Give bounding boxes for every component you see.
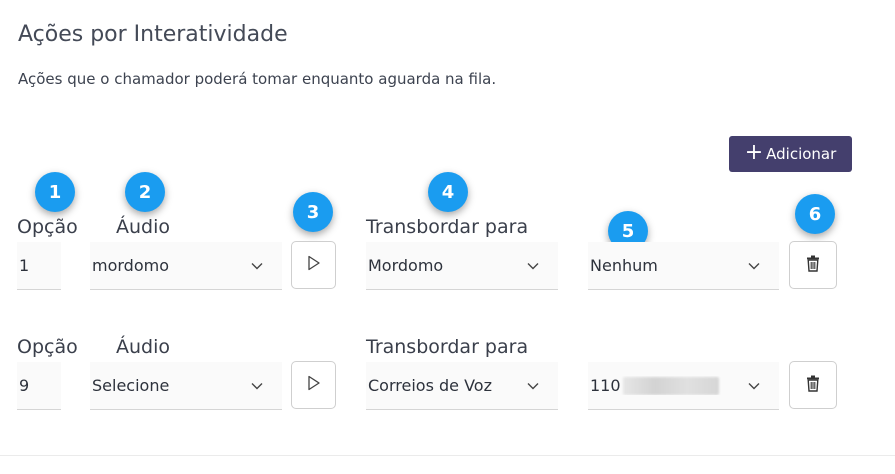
trash-icon: [806, 255, 820, 276]
audio-select[interactable]: mordomo: [90, 242, 282, 290]
option-input[interactable]: 1: [17, 242, 61, 290]
callout-badge-1: 1: [35, 172, 75, 212]
plus-icon: +: [744, 140, 764, 165]
chevron-down-icon: [246, 262, 268, 270]
target-select[interactable]: Nenhum: [588, 242, 779, 290]
play-audio-button[interactable]: [291, 361, 336, 409]
delete-row-button[interactable]: [789, 241, 837, 289]
play-icon: [307, 255, 321, 275]
trash-icon: [806, 375, 820, 396]
option-input[interactable]: 9: [17, 362, 61, 410]
callout-badge-6: 6: [795, 194, 835, 234]
callout-badge-2: 2: [125, 172, 165, 212]
audio-label: Áudio: [116, 336, 171, 358]
redacted-value: [622, 377, 719, 396]
option-label: Opção: [17, 336, 78, 358]
chevron-down-icon: [743, 382, 765, 390]
page-title: Ações por Interatividade: [18, 22, 288, 47]
callout-badge-4: 4: [428, 172, 468, 212]
overflow-select[interactable]: Mordomo: [366, 242, 558, 290]
target-select[interactable]: 110: [588, 362, 779, 410]
audio-label: Áudio: [116, 216, 171, 238]
delete-row-button[interactable]: [789, 361, 837, 409]
audio-select[interactable]: Selecione: [90, 362, 282, 410]
overflow-label: Transbordar para: [366, 336, 529, 358]
add-button[interactable]: + Adicionar: [729, 136, 852, 172]
overflow-label: Transbordar para: [366, 216, 529, 238]
chevron-down-icon: [522, 262, 544, 270]
option-label: Opção: [17, 216, 78, 238]
divider: [0, 455, 895, 456]
chevron-down-icon: [522, 382, 544, 390]
play-icon: [307, 375, 321, 395]
callout-badge-3: 3: [293, 192, 333, 232]
page-subtitle: Ações que o chamador poderá tomar enquan…: [18, 70, 497, 88]
play-audio-button[interactable]: [291, 241, 336, 289]
add-button-label: Adicionar: [766, 145, 837, 163]
chevron-down-icon: [743, 262, 765, 270]
chevron-down-icon: [246, 382, 268, 390]
overflow-select[interactable]: Correios de Voz: [366, 362, 558, 410]
